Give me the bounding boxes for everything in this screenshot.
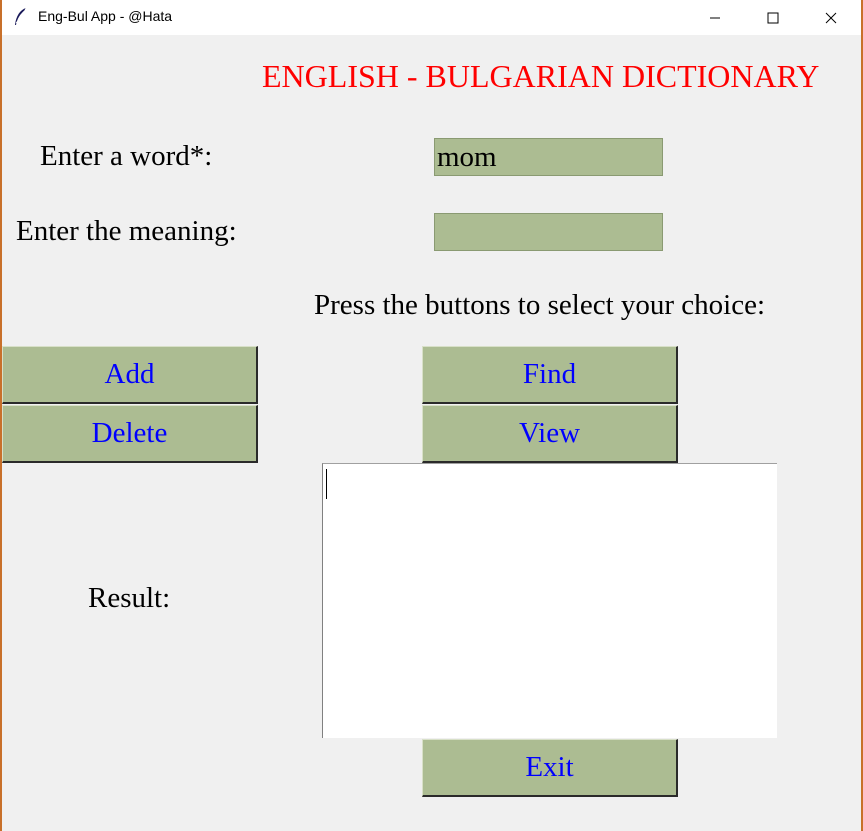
delete-button[interactable]: Delete (2, 405, 258, 463)
word-input[interactable] (434, 138, 663, 176)
feather-icon (15, 7, 27, 25)
close-icon (825, 12, 837, 23)
exit-button[interactable]: Exit (422, 739, 678, 797)
minimize-button[interactable] (692, 0, 738, 35)
choice-prompt: Press the buttons to select your choice: (314, 289, 766, 321)
meaning-label: Enter the meaning: (16, 215, 237, 247)
meaning-input[interactable] (434, 213, 663, 251)
maximize-button[interactable] (750, 0, 796, 35)
app-window: Eng-Bul App - @Hata ENGLISH - BULGARIAN … (2, 0, 861, 831)
result-textbox[interactable] (322, 463, 777, 738)
title-bar[interactable]: Eng-Bul App - @Hata (2, 0, 861, 35)
find-button[interactable]: Find (422, 346, 678, 404)
view-button[interactable]: View (422, 405, 678, 463)
text-caret (326, 469, 327, 499)
close-button[interactable] (808, 0, 854, 35)
window-title: Eng-Bul App - @Hata (38, 8, 173, 24)
word-label: Enter a word*: (40, 140, 213, 172)
minimize-icon (710, 17, 720, 18)
result-label: Result: (88, 582, 171, 614)
maximize-icon (767, 12, 779, 23)
dictionary-heading: ENGLISH - BULGARIAN DICTIONARY (262, 58, 820, 94)
add-button[interactable]: Add (2, 346, 258, 404)
